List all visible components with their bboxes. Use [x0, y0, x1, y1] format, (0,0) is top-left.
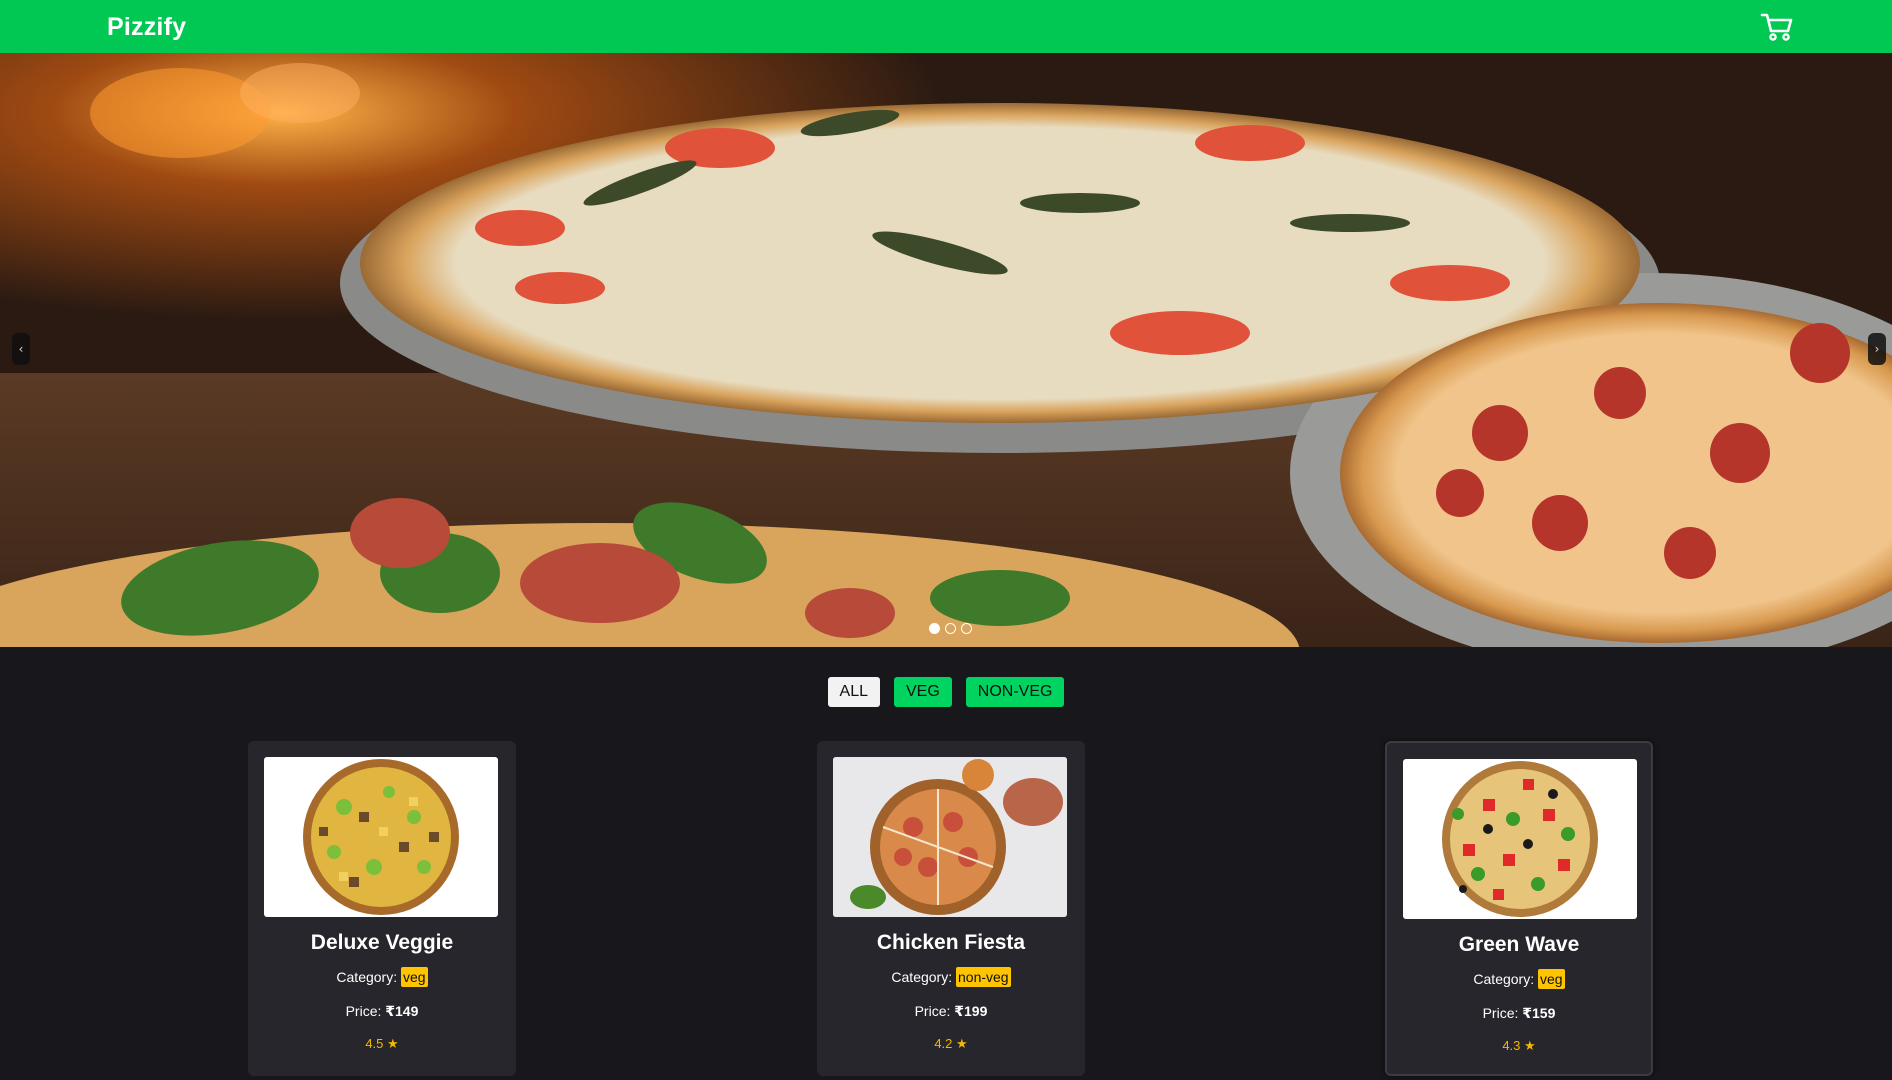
product-name: Green Wave — [1458, 933, 1580, 956]
product-rating: 4.3 ★ — [1502, 1038, 1536, 1053]
product-card[interactable]: Chicken Fiesta Category: non-veg Price: … — [817, 741, 1085, 1076]
cart-icon[interactable] — [1760, 11, 1794, 43]
product-image — [1403, 759, 1637, 919]
product-category: Category: veg — [1387, 969, 1651, 989]
product-price: Price: ₹199 — [817, 1003, 1085, 1020]
product-category: Category: non-veg — [817, 967, 1085, 987]
product-rating: 4.5 ★ — [365, 1036, 399, 1051]
hero-carousel: ‹ › — [0, 53, 1892, 647]
filter-veg-button[interactable]: VEG — [894, 677, 952, 707]
category-tag: veg — [401, 967, 428, 987]
price-value: ₹149 — [385, 1003, 419, 1019]
product-image — [833, 757, 1067, 917]
price-value: ₹159 — [1522, 1005, 1556, 1021]
category-label: Category: — [891, 969, 953, 985]
carousel-next-button[interactable]: › — [1868, 333, 1886, 365]
hero-pizza-image — [0, 53, 1892, 647]
product-rating: 4.2 ★ — [934, 1036, 968, 1051]
product-name: Chicken Fiesta — [876, 931, 1026, 954]
navbar: Pizzify — [0, 0, 1892, 53]
filter-nonveg-button[interactable]: NON-VEG — [965, 677, 1065, 707]
price-label: Price: — [345, 1003, 382, 1019]
category-label: Category: — [1473, 971, 1535, 987]
price-label: Price: — [1482, 1005, 1519, 1021]
carousel-indicators — [929, 623, 972, 634]
price-label: Price: — [914, 1003, 951, 1019]
carousel-dot-3[interactable] — [961, 623, 972, 634]
category-tag: veg — [1538, 969, 1565, 989]
filter-all-button[interactable]: ALL — [827, 677, 880, 707]
category-tag: non-veg — [956, 967, 1011, 987]
product-price: Price: ₹159 — [1387, 1005, 1651, 1022]
brand-logo[interactable]: Pizzify — [107, 13, 186, 42]
carousel-prev-button[interactable]: ‹ — [12, 333, 30, 365]
category-filters: ALL VEG NON-VEG — [0, 677, 1892, 707]
product-card[interactable]: Green Wave Category: veg Price: ₹159 4.3… — [1385, 741, 1653, 1076]
product-card[interactable]: Deluxe Veggie Category: veg Price: ₹149 … — [248, 741, 516, 1076]
product-category: Category: veg — [248, 967, 516, 987]
price-value: ₹199 — [954, 1003, 988, 1019]
carousel-dot-2[interactable] — [945, 623, 956, 634]
carousel-dot-1[interactable] — [929, 623, 940, 634]
product-price: Price: ₹149 — [248, 1003, 516, 1020]
product-name: Deluxe Veggie — [310, 931, 454, 954]
category-label: Category: — [336, 969, 398, 985]
product-image — [264, 757, 498, 917]
